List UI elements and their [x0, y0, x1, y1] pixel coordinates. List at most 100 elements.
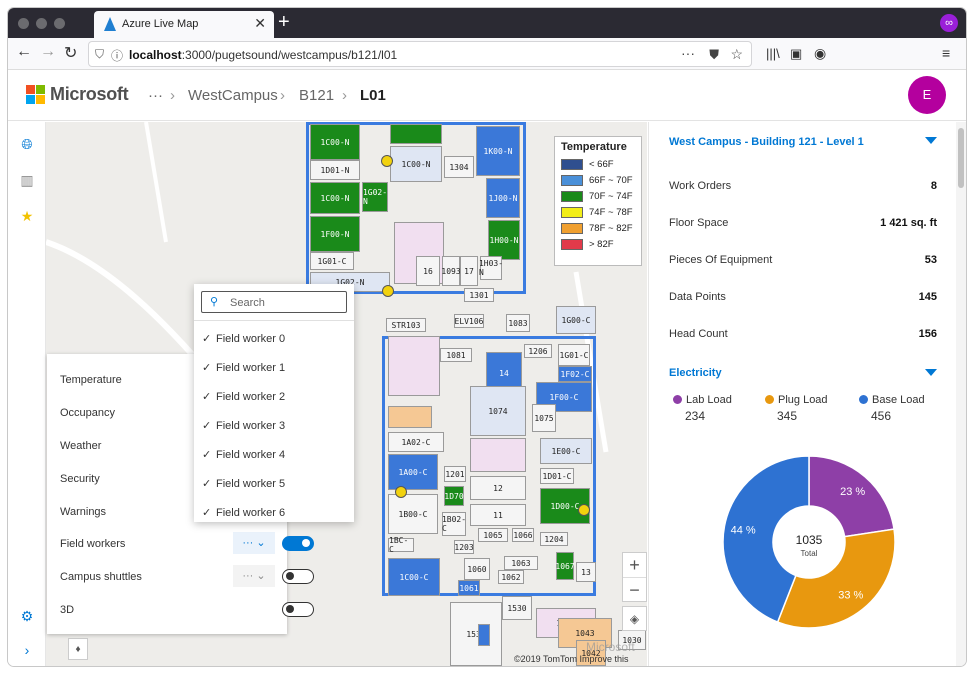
field-worker-search-input[interactable]: ⚲ Search: [201, 291, 347, 313]
room[interactable]: 1062: [498, 570, 524, 584]
room[interactable]: 1075: [532, 404, 556, 432]
room[interactable]: [390, 124, 442, 144]
room[interactable]: 13: [576, 562, 596, 582]
campus-shuttles-toggle[interactable]: [282, 569, 314, 584]
field-worker-option[interactable]: ✓ Field worker 3: [202, 419, 285, 432]
forward-icon[interactable]: →: [40, 43, 56, 61]
chevron-down-icon[interactable]: [925, 369, 937, 376]
room[interactable]: 1304: [444, 156, 474, 178]
bookmark-star-icon[interactable]: ☆: [730, 46, 743, 63]
field-worker-marker[interactable]: [578, 504, 590, 516]
room[interactable]: 1301: [464, 288, 494, 302]
location-pin-icon[interactable]: ♦: [68, 638, 88, 660]
room[interactable]: 1083: [506, 314, 530, 332]
room[interactable]: 1093: [441, 256, 461, 286]
campus-shuttles-more-button[interactable]: ··· ⌄: [233, 565, 275, 587]
field-worker-option[interactable]: ✓ Field worker 4: [202, 448, 285, 461]
room[interactable]: 1067: [555, 552, 575, 580]
field-worker-option[interactable]: ✓ Field worker 2: [202, 390, 285, 403]
room[interactable]: [388, 336, 440, 396]
field-workers-toggle[interactable]: [282, 536, 314, 551]
compass-icon[interactable]: ◈: [622, 606, 647, 631]
field-worker-option[interactable]: ✓ Field worker 0: [202, 332, 285, 345]
room[interactable]: [478, 624, 490, 646]
sidebar-toggle-icon[interactable]: ▣: [790, 46, 802, 62]
room[interactable]: 1A02-C: [388, 432, 444, 452]
layer-weather[interactable]: Weather: [60, 440, 101, 452]
map-copyright[interactable]: ©2019 TomTom Improve this map: [514, 654, 647, 666]
room[interactable]: 1G00-C: [556, 306, 596, 334]
expand-chevron-icon[interactable]: ›: [18, 642, 36, 660]
room[interactable]: 1060: [464, 558, 490, 580]
room[interactable]: 1G01-C: [558, 344, 590, 366]
chart-icon[interactable]: ▥: [18, 172, 36, 190]
field-worker-marker[interactable]: [382, 285, 394, 297]
close-tab-icon[interactable]: ✕: [254, 15, 266, 32]
room[interactable]: 1H00-N: [488, 220, 520, 260]
minimize-window-button[interactable]: [36, 18, 47, 29]
room[interactable]: 1D01-C: [540, 468, 574, 484]
zoom-out-button[interactable]: −: [623, 577, 646, 601]
layer-campus-shuttles[interactable]: Campus shuttles: [60, 571, 142, 583]
field-worker-marker[interactable]: [395, 486, 407, 498]
layer-field-workers[interactable]: Field workers: [60, 538, 125, 550]
breadcrumb-b121[interactable]: B121: [299, 87, 334, 104]
room[interactable]: 1C00-N: [310, 124, 360, 160]
room[interactable]: 1G01-C: [310, 252, 354, 270]
room[interactable]: 1B00-C: [388, 494, 438, 534]
avatar[interactable]: E: [908, 76, 946, 114]
address-bar[interactable]: ⛉ ⓘ localhost:3000/pugetsound/westcampus…: [88, 41, 752, 67]
room[interactable]: 1530: [502, 596, 532, 620]
field-worker-marker[interactable]: [381, 155, 393, 167]
room[interactable]: 1074: [470, 386, 526, 436]
layer-temperature[interactable]: Temperature: [60, 374, 122, 386]
maximize-window-button[interactable]: [54, 18, 65, 29]
room[interactable]: 1F00-N: [310, 216, 360, 252]
close-window-button[interactable]: [18, 18, 29, 29]
panel-title[interactable]: West Campus - Building 121 - Level 1: [669, 136, 864, 148]
room[interactable]: 12: [470, 476, 526, 500]
room[interactable]: 1F02-C: [558, 366, 592, 382]
room[interactable]: 1D01-N: [310, 160, 360, 180]
layer-warnings[interactable]: Warnings: [60, 506, 106, 518]
star-icon[interactable]: ★: [18, 208, 36, 226]
room[interactable]: [470, 438, 526, 472]
pocket-icon[interactable]: ⛊: [709, 47, 719, 63]
field-worker-option[interactable]: ✓ Field worker 6: [202, 506, 285, 519]
room[interactable]: 1063: [504, 556, 538, 570]
room[interactable]: [388, 406, 432, 428]
room[interactable]: 1D70: [444, 486, 464, 506]
field-worker-option[interactable]: ✓ Field worker 5: [202, 477, 285, 490]
reload-icon[interactable]: ↻: [64, 43, 77, 63]
room[interactable]: STR103: [386, 318, 426, 332]
room[interactable]: 1203: [454, 540, 474, 554]
room[interactable]: 1531: [450, 602, 502, 666]
room[interactable]: 1206: [524, 344, 552, 358]
chevron-down-icon[interactable]: [925, 137, 937, 144]
scrollbar-thumb[interactable]: [958, 128, 964, 188]
account-icon[interactable]: ◉: [814, 45, 826, 62]
room[interactable]: 1C00-N: [390, 146, 442, 182]
info-icon[interactable]: ⓘ: [111, 47, 123, 64]
new-tab-icon[interactable]: +: [278, 11, 290, 34]
layer-security[interactable]: Security: [60, 473, 100, 485]
page-actions-icon[interactable]: ···: [681, 45, 695, 61]
room[interactable]: ELV106: [454, 314, 484, 328]
layer-occupancy[interactable]: Occupancy: [60, 407, 115, 419]
room[interactable]: 1BC-C: [388, 536, 414, 554]
room[interactable]: 11: [470, 504, 526, 526]
menu-icon[interactable]: ≡: [942, 45, 950, 61]
room[interactable]: 1061: [458, 580, 480, 596]
room[interactable]: 1A00-C: [388, 454, 438, 490]
panel-scrollbar[interactable]: [956, 122, 966, 666]
room[interactable]: 1066: [512, 528, 534, 542]
room[interactable]: 1204: [540, 532, 568, 546]
room[interactable]: 1C00-N: [310, 182, 360, 214]
electricity-title[interactable]: Electricity: [669, 367, 722, 379]
room[interactable]: 1081: [440, 348, 472, 362]
globe-icon[interactable]: 🌐︎: [18, 136, 36, 154]
breadcrumb-overflow[interactable]: ···: [148, 87, 163, 104]
room[interactable]: 1J00-N: [486, 178, 520, 218]
room[interactable]: 1H03-N: [479, 256, 503, 280]
room[interactable]: 17: [460, 256, 478, 286]
